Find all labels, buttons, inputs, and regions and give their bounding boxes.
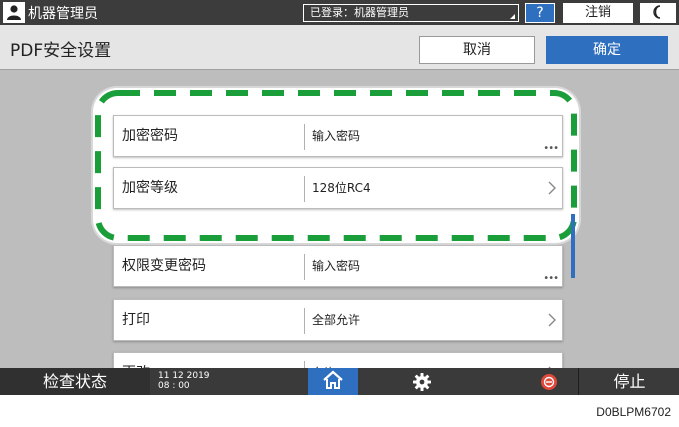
ok-button[interactable]: 确定 <box>546 36 668 64</box>
row-divider <box>304 124 305 150</box>
login-status-field[interactable]: 已登录：机器管理员 <box>303 4 519 22</box>
check-status-button[interactable]: 检查状态 <box>0 368 150 395</box>
top-status-bar: 机器管理员 已登录：机器管理员 ? 注销 <box>0 0 679 25</box>
setting-row-permissions-password[interactable]: 权限变更密码 输入密码 ••• <box>113 245 563 287</box>
user-icon <box>3 2 25 23</box>
ellipsis-icon: ••• <box>543 143 559 154</box>
setting-row-encryption-level[interactable]: 加密等级 128位RC4 <box>113 167 563 209</box>
row-divider <box>304 254 305 280</box>
user-label: 机器管理员 <box>28 5 98 22</box>
corner-mark-icon <box>510 14 515 19</box>
setting-label: 更改 <box>122 353 150 368</box>
row-divider <box>304 361 305 368</box>
cancel-button[interactable]: 取消 <box>419 36 535 64</box>
image-code: D0BLPM6702 <box>596 405 671 419</box>
setting-label: 打印 <box>122 312 150 328</box>
row-divider <box>304 176 305 202</box>
setting-value: 允许 <box>312 353 336 368</box>
page-header: PDF安全设置 取消 确定 <box>0 25 679 70</box>
setting-row-encryption-password[interactable]: 加密密码 输入密码 ••• <box>113 115 563 157</box>
home-icon <box>322 370 344 394</box>
date-text: 11 12 2019 <box>158 371 210 381</box>
screen: 机器管理员 已登录：机器管理员 ? 注销 PDF安全设置 取消 确定 加密密码 … <box>0 0 679 395</box>
stop-button[interactable]: 停止 <box>578 368 679 395</box>
row-divider <box>304 308 305 334</box>
setting-value: 输入密码 <box>312 259 361 273</box>
setting-row-change[interactable]: 更改 允许 <box>113 352 563 368</box>
date-time: 11 12 2019 08 : 00 <box>158 371 210 391</box>
setting-row-print[interactable]: 打印 全部允许 <box>113 299 563 341</box>
chevron-right-icon <box>548 180 556 199</box>
gear-icon <box>412 373 432 395</box>
page-title: PDF安全设置 <box>10 41 112 61</box>
setting-label: 加密密码 <box>122 128 178 144</box>
ellipsis-icon: ••• <box>543 273 559 284</box>
setting-label: 权限变更密码 <box>122 258 206 274</box>
scrollbar-thumb[interactable] <box>571 214 575 278</box>
setting-value: 输入密码 <box>312 129 361 143</box>
setting-label: 加密等级 <box>122 180 178 196</box>
help-button[interactable]: ? <box>525 3 555 23</box>
setting-value: 全部允许 <box>312 313 361 327</box>
settings-list: 加密密码 输入密码 ••• 加密等级 128位RC4 权限变更密码 输入密码 •… <box>0 70 679 368</box>
bottom-bar: 检查状态 11 12 2019 08 : 00 停止 <box>0 368 679 395</box>
stop-icon <box>540 373 558 391</box>
setting-value: 128位RC4 <box>312 181 371 195</box>
chevron-right-icon <box>548 312 556 331</box>
energy-saver-button[interactable] <box>640 3 676 23</box>
dashed-highlight-border <box>95 90 577 241</box>
home-button[interactable] <box>308 368 358 395</box>
user-indicator: 机器管理员 <box>3 2 98 23</box>
time-text: 08 : 00 <box>158 381 190 391</box>
logout-button[interactable]: 注销 <box>563 3 633 23</box>
highlight-callout <box>93 88 579 243</box>
settings-button[interactable] <box>412 372 432 392</box>
login-status-text: 已登录：机器管理员 <box>310 6 409 19</box>
sleep-icon <box>652 4 664 23</box>
